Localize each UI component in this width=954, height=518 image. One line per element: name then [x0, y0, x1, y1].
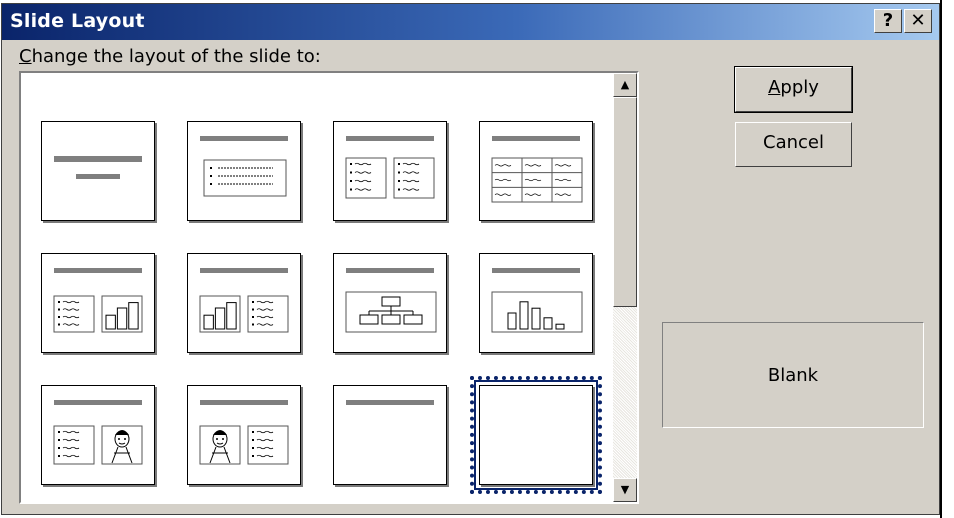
- layout-icon-chart-and-text: [199, 268, 289, 333]
- layout-thumbnail-text-and-clip-art[interactable]: [41, 385, 155, 485]
- arrow-down-icon: ▼: [620, 483, 630, 496]
- vertical-scrollbar[interactable]: ▲ ▼: [613, 73, 637, 502]
- layout-icon-bulleted-list: [200, 136, 288, 197]
- layout-icon-title-only: [346, 400, 434, 405]
- layout-thumbnail-text-and-chart[interactable]: [41, 253, 155, 353]
- scroll-up-button[interactable]: ▲: [613, 73, 637, 97]
- prompt-text: hange the layout of the slide to:: [31, 46, 321, 67]
- layout-thumbnail-chart-and-text[interactable]: [187, 253, 301, 353]
- arrow-up-icon: ▲: [620, 78, 630, 91]
- title-bar[interactable]: Slide Layout ? ✕: [2, 4, 939, 40]
- close-icon: ✕: [910, 10, 926, 31]
- layout-thumbnail-two-column-text[interactable]: [333, 121, 447, 221]
- layout-thumbnail-blank[interactable]: [470, 376, 602, 494]
- layout-thumbnail-clip-art-and-text[interactable]: [187, 385, 301, 485]
- layout-thumbnail-title-slide[interactable]: [41, 121, 155, 221]
- layout-icon-clip-art-and-text: [199, 400, 289, 465]
- layout-icon-text-and-chart: [53, 268, 143, 333]
- layout-preview-box: Blank: [662, 322, 924, 428]
- scrollbar-thumb[interactable]: [613, 97, 637, 307]
- layout-prompt-label: Change the layout of the slide to:: [19, 46, 321, 67]
- layout-icon-two-column-text: [345, 136, 435, 199]
- layout-grid: [21, 73, 611, 502]
- help-button[interactable]: ?: [874, 9, 902, 33]
- layout-icon-chart: [491, 268, 583, 333]
- layout-thumbnail-chart[interactable]: [479, 253, 593, 353]
- layout-icon-table: [491, 136, 583, 203]
- layout-thumbnail-title-only[interactable]: [333, 385, 447, 485]
- apply-mnemonic: A: [768, 77, 781, 98]
- dialog-title: Slide Layout: [10, 10, 145, 32]
- layout-icon-title-slide: [54, 156, 142, 179]
- layout-thumbnail-bulleted-list[interactable]: [187, 121, 301, 221]
- layout-icon-blank: [480, 386, 592, 484]
- layout-listbox[interactable]: ▲ ▼: [19, 71, 639, 504]
- apply-button[interactable]: Apply: [734, 66, 853, 113]
- layout-icon-organization-chart: [345, 268, 437, 333]
- cancel-button[interactable]: Cancel: [735, 122, 852, 167]
- page-edge-rule: [940, 0, 942, 518]
- close-button[interactable]: ✕: [904, 9, 932, 33]
- layout-name-label: Blank: [767, 365, 819, 386]
- scroll-down-button[interactable]: ▼: [613, 478, 637, 502]
- layout-icon-text-and-clip-art: [53, 400, 143, 465]
- layout-thumbnail-table[interactable]: [479, 121, 593, 221]
- apply-label: pply: [780, 77, 819, 98]
- slide-layout-dialog: Slide Layout ? ✕ Change the layout of th…: [1, 3, 940, 515]
- prompt-mnemonic: C: [19, 46, 32, 67]
- layout-thumbnail-organization-chart[interactable]: [333, 253, 447, 353]
